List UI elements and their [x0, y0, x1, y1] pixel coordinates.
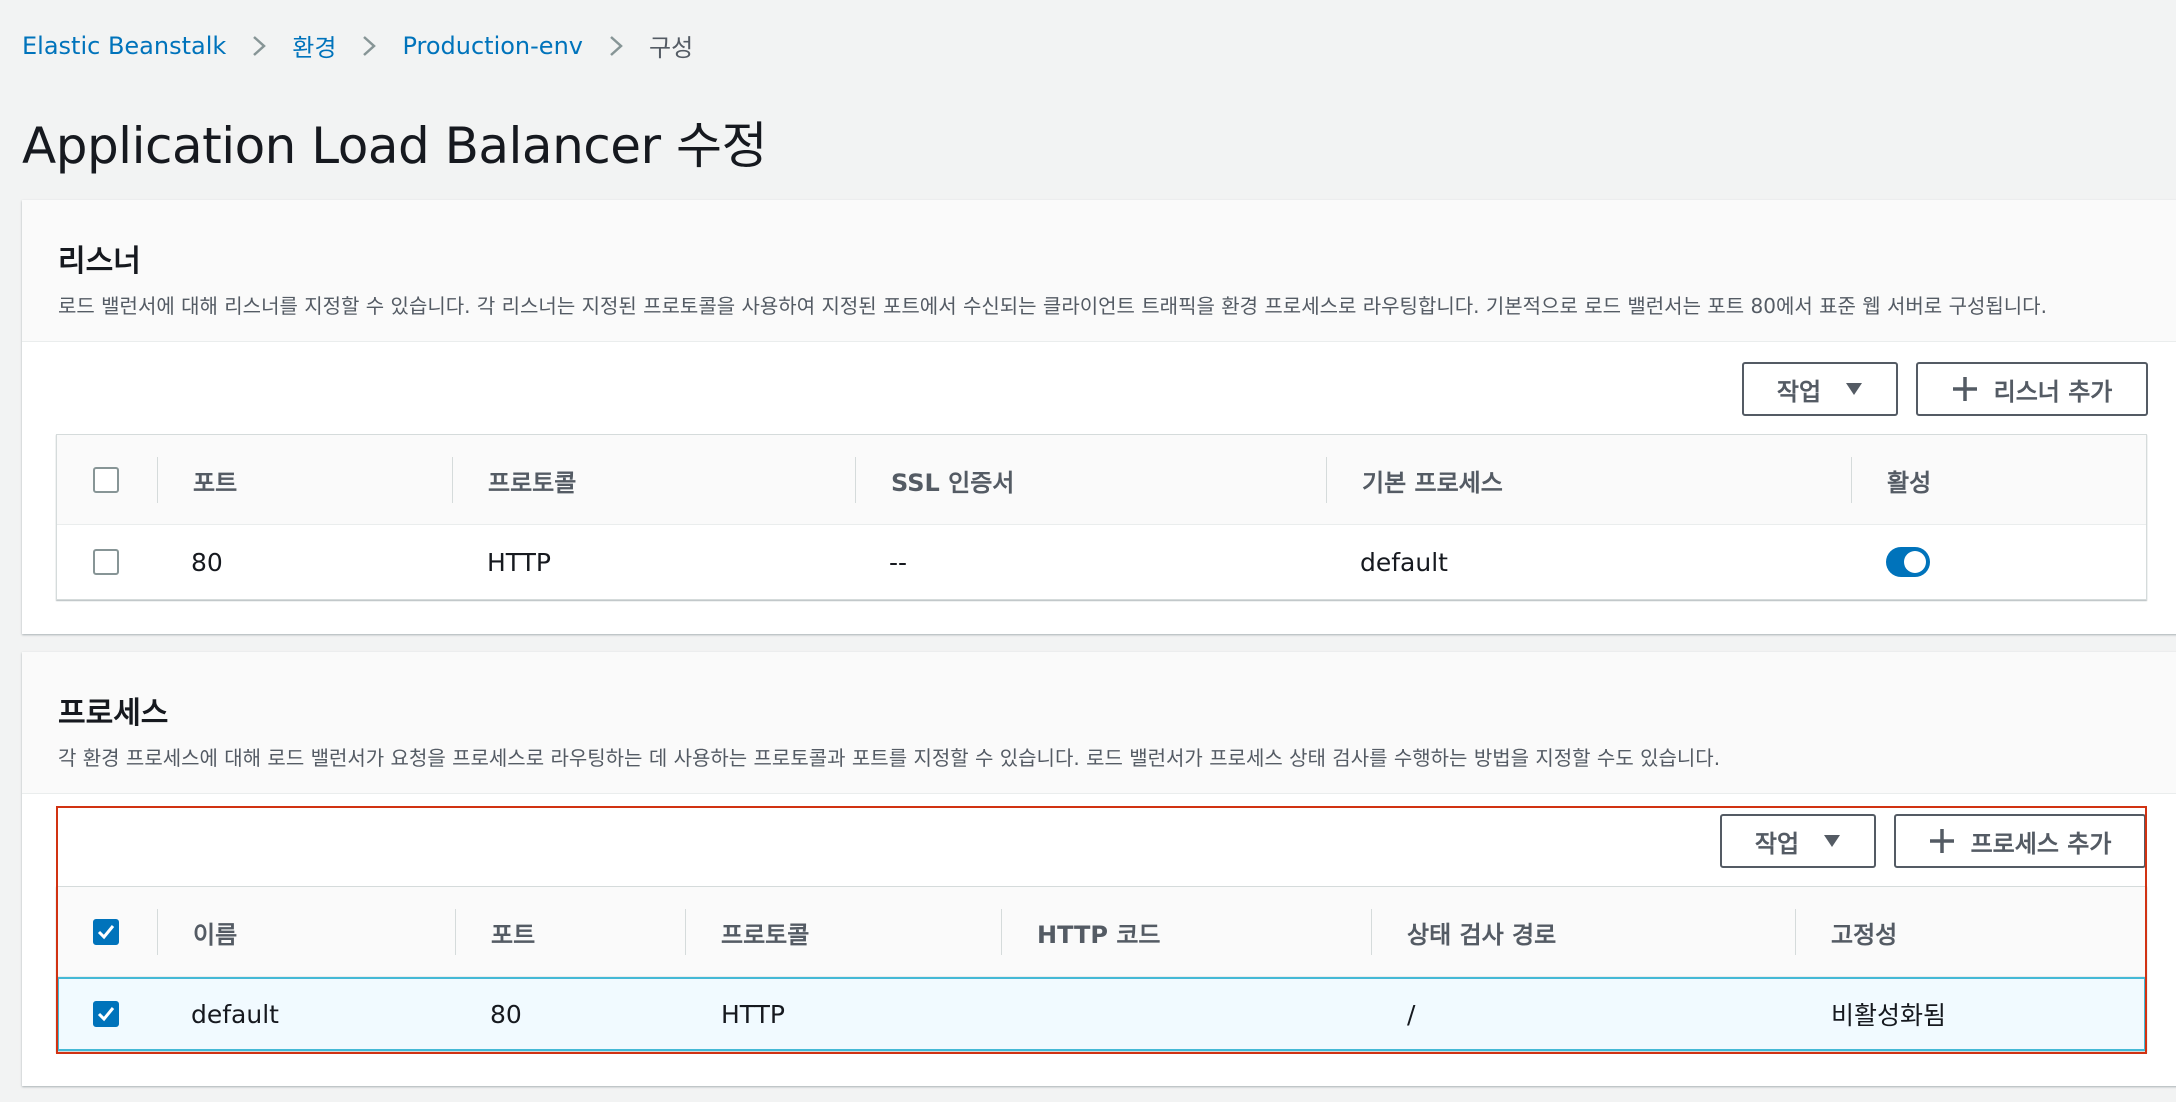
row-checkbox[interactable]: [93, 1001, 119, 1027]
check-icon: [97, 925, 115, 940]
caret-down-icon: [1823, 834, 1841, 848]
add-process-label: 프로세스 추가: [1970, 829, 2112, 858]
listeners-header: 리스너 로드 밸런서에 대해 리스너를 지정할 수 있습니다. 각 리스너는 지…: [22, 200, 2176, 342]
process-port: 80: [490, 999, 522, 1029]
processes-description: 각 환경 프로세스에 대해 로드 밸런서가 요청을 프로세스로 라우팅하는 데 …: [58, 746, 1721, 770]
column-header-enabled[interactable]: 활성: [1887, 435, 1931, 525]
column-header-port[interactable]: 포트: [193, 435, 237, 525]
listeners-title: 리스너: [58, 244, 141, 279]
process-stickiness: 비활성화됨: [1831, 1001, 1947, 1030]
processes-header: 프로세스 각 환경 프로세스에 대해 로드 밸런서가 요청을 프로세스로 라우팅…: [22, 652, 2176, 794]
chevron-right-icon: [607, 35, 625, 57]
chevron-right-icon: [250, 35, 268, 57]
breadcrumb-elastic-beanstalk[interactable]: Elastic Beanstalk: [22, 32, 226, 60]
table-row[interactable]: 80 HTTP -- default: [57, 525, 2146, 599]
plus-icon: [1929, 828, 1955, 854]
processes-panel: 프로세스 각 환경 프로세스에 대해 로드 밸런서가 요청을 프로세스로 라우팅…: [22, 652, 2176, 1086]
breadcrumb-production-env[interactable]: Production-env: [402, 32, 583, 60]
listener-ssl: --: [889, 547, 908, 577]
listener-protocol: HTTP: [487, 547, 551, 577]
breadcrumb-environments[interactable]: 환경: [292, 28, 336, 63]
column-header-stickiness[interactable]: 고정성: [1831, 887, 1897, 977]
add-listener-button[interactable]: 리스너 추가: [1916, 362, 2148, 416]
process-protocol: HTTP: [721, 999, 785, 1029]
row-select-cell: [93, 979, 119, 1049]
column-header-ssl[interactable]: SSL 인증서: [891, 435, 1014, 525]
breadcrumb-current: 구성: [648, 34, 694, 62]
column-header-port[interactable]: 포트: [491, 887, 535, 977]
select-all-cell: [93, 887, 119, 977]
add-process-button[interactable]: 프로세스 추가: [1894, 814, 2146, 868]
enabled-toggle[interactable]: [1886, 547, 1930, 577]
process-health-path: /: [1407, 999, 1416, 1029]
column-header-http-code[interactable]: HTTP 코드: [1037, 887, 1160, 977]
listener-enabled-cell: [1886, 525, 1930, 599]
breadcrumb: Elastic Beanstalk 환경 Production-env 구성: [22, 28, 693, 63]
processes-title: 프로세스: [58, 696, 169, 731]
table-row[interactable]: default 80 HTTP / 비활성화됨: [57, 977, 2146, 1051]
column-header-name[interactable]: 이름: [193, 887, 237, 977]
listeners-panel: 리스너 로드 밸런서에 대해 리스너를 지정할 수 있습니다. 각 리스너는 지…: [22, 200, 2176, 634]
listeners-table-header: 포트 프로토콜 SSL 인증서 기본 프로세스 활성: [57, 435, 2146, 525]
column-header-default-process[interactable]: 기본 프로세스: [1362, 435, 1503, 525]
plus-icon: [1952, 376, 1978, 402]
processes-actions-button[interactable]: 작업: [1720, 814, 1876, 868]
select-all-checkbox[interactable]: [93, 467, 119, 493]
column-header-health-path[interactable]: 상태 검사 경로: [1407, 887, 1556, 977]
column-header-protocol[interactable]: 프로토콜: [488, 435, 576, 525]
process-name: default: [191, 999, 279, 1029]
caret-down-icon: [1845, 382, 1863, 396]
listener-port: 80: [191, 547, 223, 577]
column-header-protocol[interactable]: 프로토콜: [721, 887, 809, 977]
listeners-table: 포트 프로토콜 SSL 인증서 기본 프로세스 활성 80 HTTP -- de…: [56, 434, 2147, 600]
row-checkbox[interactable]: [93, 549, 119, 575]
listeners-description: 로드 밸런서에 대해 리스너를 지정할 수 있습니다. 각 리스너는 지정된 프…: [58, 294, 2047, 318]
actions-label: 작업: [1776, 377, 1822, 406]
actions-label: 작업: [1754, 829, 1800, 858]
select-all-checkbox[interactable]: [93, 919, 119, 945]
select-all-cell: [93, 435, 119, 525]
add-listener-label: 리스너 추가: [1993, 377, 2113, 406]
listener-default-process: default: [1360, 547, 1448, 577]
page-title: Application Load Balancer 수정: [22, 117, 767, 175]
chevron-right-icon: [360, 35, 378, 57]
listeners-actions-button[interactable]: 작업: [1742, 362, 1898, 416]
row-select-cell: [93, 525, 119, 599]
processes-table: 이름 포트 프로토콜 HTTP 코드 상태 검사 경로 고정성 default …: [56, 886, 2147, 1052]
check-icon: [97, 1007, 115, 1022]
processes-table-header: 이름 포트 프로토콜 HTTP 코드 상태 검사 경로 고정성: [57, 887, 2146, 977]
